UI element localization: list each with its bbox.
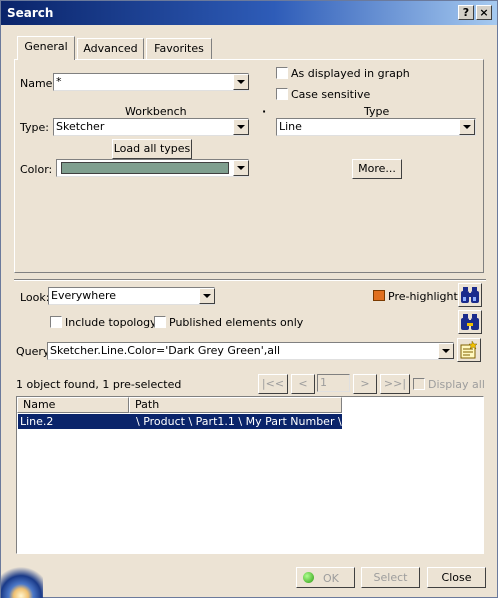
type-header: Type xyxy=(364,105,390,118)
catia-logo-globe xyxy=(1,562,43,598)
more-button[interactable]: More... xyxy=(352,159,402,179)
type-select[interactable]: Line xyxy=(276,118,476,136)
window-title: Search xyxy=(7,6,54,20)
published-only-checkbox[interactable] xyxy=(154,316,166,328)
display-all-label: Display all xyxy=(428,378,485,391)
column-header-name[interactable]: Name xyxy=(17,397,129,413)
prev-page-button[interactable]: < xyxy=(291,374,315,394)
as-displayed-label: As displayed in graph xyxy=(291,67,410,80)
query-dropdown-arrow[interactable] xyxy=(438,343,454,359)
close-window-button[interactable]: × xyxy=(476,5,492,20)
table-row[interactable]: Line.2 \ Product \ Part1.1 \ My Part Num… xyxy=(18,414,352,429)
color-swatch xyxy=(61,162,229,174)
tab-general[interactable]: General xyxy=(17,36,75,60)
prehighlight-label: Pre-highlight xyxy=(388,290,458,303)
close-button[interactable]: Close xyxy=(427,567,486,588)
include-topology-checkbox[interactable] xyxy=(50,316,62,328)
look-label: Look: xyxy=(20,291,50,304)
published-only-label: Published elements only xyxy=(169,316,304,329)
page-number-input[interactable]: 1 xyxy=(317,374,350,392)
color-label: Color: xyxy=(20,163,53,176)
name-input[interactable]: * xyxy=(53,73,249,91)
workbench-header: Workbench xyxy=(125,105,187,118)
search-binoculars-button[interactable] xyxy=(458,283,482,307)
column-header-path[interactable]: Path xyxy=(129,397,342,413)
prehighlight-checkbox[interactable] xyxy=(373,290,385,301)
notepad-add-icon xyxy=(460,340,478,359)
tab-favorites[interactable]: Favorites xyxy=(146,38,212,60)
title-bar[interactable]: Search ? × xyxy=(1,1,497,25)
look-dropdown-arrow[interactable] xyxy=(199,288,215,304)
workbench-dropdown-arrow[interactable] xyxy=(233,119,249,135)
ok-status-icon xyxy=(303,572,314,583)
case-sensitive-label: Case sensitive xyxy=(291,88,371,101)
tab-advanced[interactable]: Advanced xyxy=(77,38,144,60)
last-page-button[interactable]: >>| xyxy=(380,374,410,394)
search-and-select-button[interactable] xyxy=(458,310,482,334)
first-page-button[interactable]: |<< xyxy=(258,374,288,394)
binoculars-select-icon xyxy=(461,314,479,330)
status-text: 1 object found, 1 pre-selected xyxy=(16,378,182,391)
case-sensitive-checkbox[interactable] xyxy=(276,88,288,100)
help-button[interactable]: ? xyxy=(458,5,474,20)
results-list[interactable]: Name Path Line.2 \ Product \ Part1.1 \ M… xyxy=(16,396,484,554)
separator-dot: · xyxy=(262,105,267,118)
ok-label: OK xyxy=(323,572,339,585)
look-select[interactable]: Everywhere xyxy=(48,287,215,305)
name-dropdown-arrow[interactable] xyxy=(233,74,249,90)
row-path-cell: \ Product \ Part1.1 \ My Part Number \..… xyxy=(136,415,353,428)
separator xyxy=(14,279,486,281)
search-dialog: Search ? × General Advanced Favorites Na… xyxy=(0,0,498,598)
display-all-checkbox[interactable] xyxy=(413,378,425,390)
next-page-button[interactable]: > xyxy=(353,374,377,394)
binoculars-icon xyxy=(461,287,479,303)
as-displayed-checkbox[interactable] xyxy=(276,67,288,79)
select-button[interactable]: Select xyxy=(361,567,420,588)
add-favorite-button[interactable] xyxy=(457,338,481,362)
include-topology-label: Include topology xyxy=(65,316,157,329)
ok-button[interactable]: OK xyxy=(296,567,355,588)
type-label: Type: xyxy=(20,121,49,134)
type-dropdown-arrow[interactable] xyxy=(459,119,475,135)
color-dropdown-arrow[interactable] xyxy=(233,160,249,176)
color-select[interactable] xyxy=(56,159,249,177)
query-input[interactable]: Sketcher.Line.Color='Dark Grey Green',al… xyxy=(47,342,454,360)
load-all-types-button[interactable]: Load all types xyxy=(112,139,192,159)
row-name-cell: Line.2 xyxy=(20,415,54,428)
workbench-select[interactable]: Sketcher xyxy=(53,118,249,136)
name-label: Name: xyxy=(20,77,57,90)
